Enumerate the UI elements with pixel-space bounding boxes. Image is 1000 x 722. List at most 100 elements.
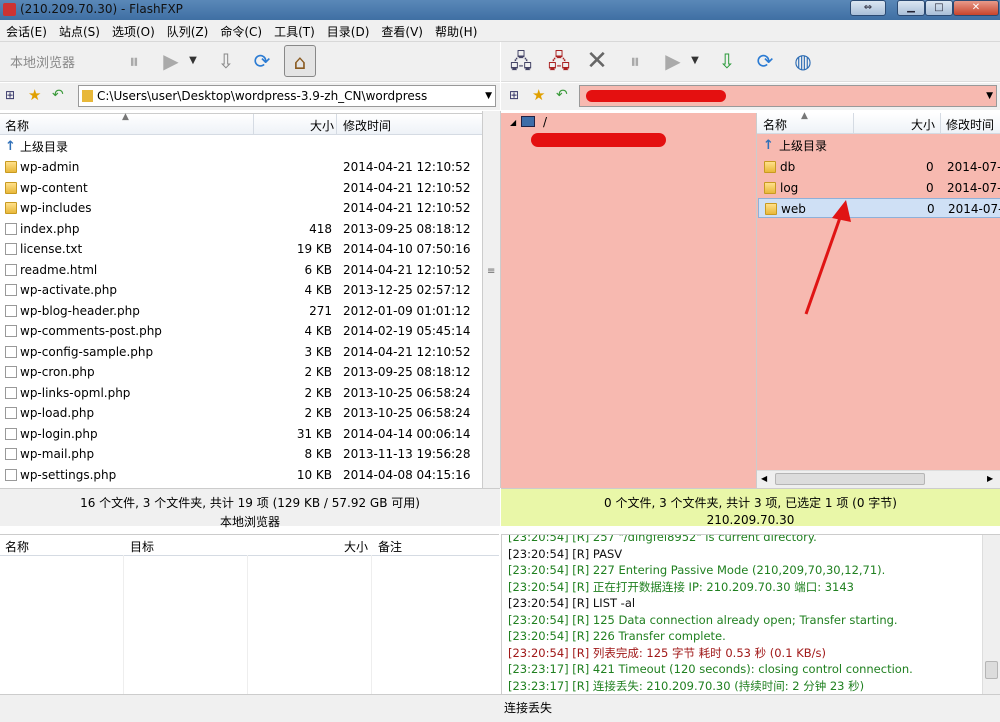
table-row[interactable]: wp-comments-post.php 4 KB 2014-02-19 05:45…: [0, 321, 482, 341]
folder-icon: [5, 161, 17, 173]
file-size: 19 KB: [296, 242, 332, 256]
expand-icon[interactable]: ◢: [510, 118, 516, 127]
pane-splitter[interactable]: ≡: [482, 111, 501, 488]
col-divider: [853, 113, 854, 134]
table-row[interactable]: license.txt 19 KB 2014-04-10 07:50:16: [0, 239, 482, 259]
local-path-input[interactable]: C:\Users\user\Desktop\wordpress-3.9-zh_C…: [78, 85, 496, 107]
chevron-down-icon[interactable]: ▼: [485, 86, 492, 106]
file-name: index.php: [20, 221, 80, 236]
queue-col-target[interactable]: 目标: [130, 538, 154, 555]
home-icon[interactable]: ⌂: [284, 45, 316, 77]
local-browser-button[interactable]: 本地浏览器: [10, 52, 75, 71]
dropdown-icon[interactable]: ▼: [687, 45, 703, 77]
col-modified[interactable]: 修改时间: [946, 116, 994, 133]
table-row[interactable]: db 0 2014-07-: [758, 157, 1000, 177]
dropdown-icon[interactable]: ▼: [185, 45, 201, 77]
table-row[interactable]: index.php 418 2013-09-25 08:18:12: [0, 219, 482, 239]
sort-indicator-icon: ▲: [801, 111, 808, 121]
table-row[interactable]: wp-settings.php 10 KB 2014-04-08 04:15:16: [0, 465, 482, 485]
menu-help[interactable]: 帮助(H): [429, 20, 483, 40]
remote-hscrollbar[interactable]: ◀ ▶: [757, 470, 1000, 488]
remote-path-input[interactable]: ▼: [579, 85, 997, 107]
parent-dir-row[interactable]: ↑ 上级目录: [757, 136, 1000, 156]
refresh-icon[interactable]: ⟳: [749, 45, 781, 77]
col-modified[interactable]: 修改时间: [343, 117, 391, 134]
log-line: [23:20:54] [R] PASV: [508, 546, 623, 561]
log-scrollbar[interactable]: [982, 535, 1000, 694]
favorites-star-icon[interactable]: ★: [532, 86, 545, 104]
disconnect-icon[interactable]: 🖧: [543, 45, 575, 77]
queue-col-size[interactable]: 大小: [344, 538, 368, 555]
pause-icon[interactable]: ⏸: [619, 45, 651, 77]
refresh-icon[interactable]: ⟳: [246, 45, 278, 77]
table-row[interactable]: wp-includes 2014-04-21 12:10:52: [0, 198, 482, 218]
transfer-icon[interactable]: ⇩: [711, 45, 743, 77]
restore-icon[interactable]: ⇔: [850, 0, 886, 16]
favorites-star-icon[interactable]: ★: [28, 86, 41, 104]
table-row[interactable]: wp-login.php 31 KB 2014-04-14 00:06:14: [0, 424, 482, 444]
parent-dir-row[interactable]: ↑ 上级目录: [0, 137, 482, 157]
table-row[interactable]: wp-activate.php 4 KB 2013-12-25 02:57:12: [0, 280, 482, 300]
menu-directory[interactable]: 目录(D): [321, 20, 376, 40]
table-row[interactable]: wp-admin 2014-04-21 12:10:52: [0, 157, 482, 177]
menu-commands[interactable]: 命令(C): [214, 20, 268, 40]
col-name[interactable]: 名称: [763, 116, 787, 133]
file-date: 2013-12-25 02:57:12: [343, 283, 471, 297]
file-icon: [5, 263, 17, 276]
abort-icon[interactable]: ✕: [581, 45, 613, 77]
file-icon: [5, 325, 17, 337]
menu-options[interactable]: 选项(O): [106, 20, 161, 40]
back-arrow-icon[interactable]: ↶: [556, 87, 568, 103]
table-row[interactable]: wp-blog-header.php 271 2012-01-09 01:01:12: [0, 301, 482, 321]
file-date: 2013-09-25 08:18:12: [343, 365, 471, 379]
file-date: 2013-10-25 06:58:24: [343, 385, 471, 400]
close-button[interactable]: ✕: [953, 0, 999, 16]
table-row[interactable]: wp-mail.php 8 KB 2013-11-13 19:56:28: [0, 444, 482, 464]
file-size: 3 KB: [304, 344, 332, 359]
table-row[interactable]: log 0 2014-07-: [758, 178, 1000, 198]
table-row[interactable]: readme.html 6 KB 2014-04-21 12:10:52: [0, 260, 482, 280]
transfer-icon[interactable]: ⇩: [210, 45, 242, 77]
table-row[interactable]: wp-links-opml.php 2 KB 2013-10-25 06:58:24: [0, 383, 482, 403]
scroll-thumb[interactable]: [985, 661, 998, 679]
chevron-down-icon[interactable]: ▼: [986, 86, 993, 106]
tree-root[interactable]: /: [543, 115, 547, 129]
minimize-button[interactable]: ▁: [897, 0, 925, 16]
file-name: wp-admin: [20, 160, 80, 174]
menu-tools[interactable]: 工具(T): [268, 20, 321, 40]
table-row[interactable]: wp-load.php 2 KB 2013-10-25 06:58:24: [0, 403, 482, 423]
file-date: 2014-04-14 00:06:14: [343, 426, 471, 441]
queue-col-name[interactable]: 名称: [5, 538, 29, 555]
table-row[interactable]: wp-cron.php 2 KB 2013-09-25 08:18:12: [0, 362, 482, 382]
site-manager-icon[interactable]: ⊞: [5, 88, 15, 102]
table-row[interactable]: wp-config-sample.php 3 KB 2014-04-21 12:10…: [0, 342, 482, 362]
scroll-thumb[interactable]: [775, 473, 925, 485]
col-size[interactable]: 大小: [911, 116, 935, 133]
file-name: wp-links-opml.php: [20, 385, 131, 400]
scroll-left-icon[interactable]: ◀: [761, 474, 767, 483]
bottom-status-bar: 连接丢失: [0, 694, 1000, 722]
col-name[interactable]: 名称: [5, 117, 29, 134]
file-size: 4 KB: [304, 324, 332, 338]
file-name: log: [780, 180, 799, 195]
annotation-arrow: [804, 200, 851, 315]
menu-queue[interactable]: 队列(Z): [161, 20, 215, 40]
pause-icon[interactable]: ⏸: [118, 45, 150, 77]
maximize-button[interactable]: □: [925, 0, 953, 16]
menu-view[interactable]: 查看(V): [375, 20, 429, 40]
file-icon: [5, 427, 17, 440]
back-arrow-icon[interactable]: ↶: [52, 87, 64, 103]
play-icon[interactable]: ▶: [155, 45, 187, 77]
menu-session[interactable]: 会话(E): [0, 20, 53, 40]
scroll-right-icon[interactable]: ▶: [987, 474, 993, 483]
file-icon: [5, 407, 17, 419]
play-icon[interactable]: ▶: [657, 45, 689, 77]
file-size: 0: [927, 202, 935, 216]
table-row[interactable]: wp-content 2014-04-21 12:10:52: [0, 178, 482, 198]
col-size[interactable]: 大小: [310, 117, 334, 134]
site-manager-icon[interactable]: ⊞: [509, 88, 519, 102]
queue-col-note[interactable]: 备注: [378, 538, 402, 555]
connect-icon[interactable]: 🖧: [505, 45, 537, 77]
globe-icon[interactable]: ◍: [787, 45, 819, 77]
menu-sites[interactable]: 站点(S): [53, 20, 106, 40]
